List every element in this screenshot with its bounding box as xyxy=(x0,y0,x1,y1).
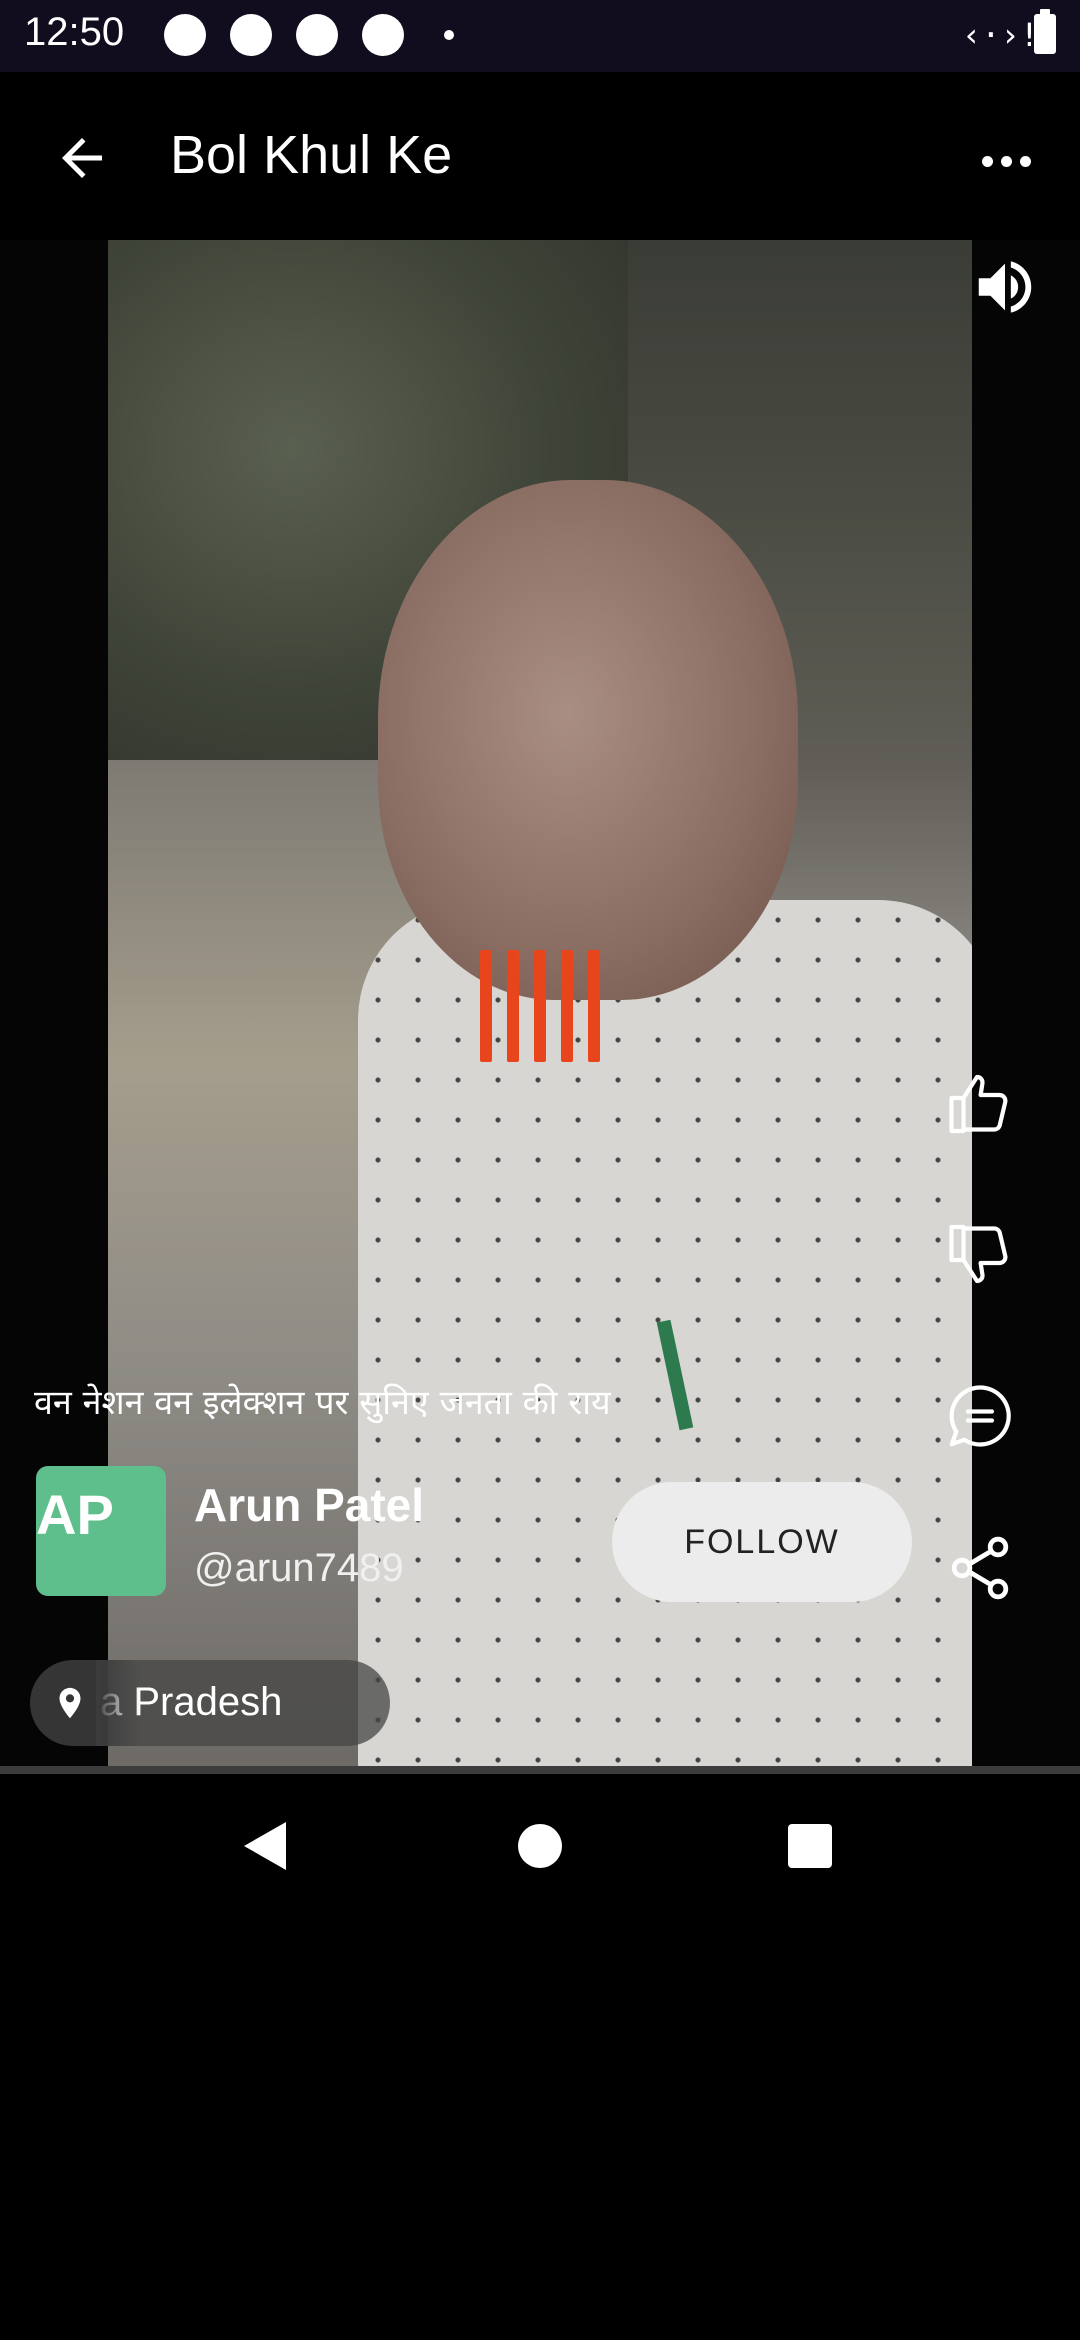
arrow-back-icon[interactable] xyxy=(52,128,112,188)
video-player[interactable]: वन नेशन वन इलेक्शन पर सुनिए जनता की राय … xyxy=(0,240,1080,1768)
avatar[interactable]: AP xyxy=(36,1466,166,1596)
network-icon: ‹·›! xyxy=(962,16,1040,54)
notification-icon xyxy=(296,14,338,56)
loading-indicator xyxy=(480,950,602,1062)
notification-icon xyxy=(362,14,404,56)
notification-icon xyxy=(164,14,206,56)
nav-back-icon[interactable] xyxy=(244,1822,286,1870)
avatar-initials: AP xyxy=(36,1483,114,1546)
battery-icon xyxy=(1034,9,1056,54)
location-chip[interactable]: a Pradesh xyxy=(30,1660,390,1746)
user-name[interactable]: Arun Patel xyxy=(194,1478,424,1532)
video-person-head xyxy=(378,480,798,1000)
video-progress-bar[interactable] xyxy=(0,1766,1080,1774)
post-caption: वन नेशन वन इलेक्शन पर सुनिए जनता की राय xyxy=(34,1383,611,1423)
follow-button[interactable]: FOLLOW xyxy=(612,1482,912,1602)
marquee-fade xyxy=(96,1660,140,1746)
volume-icon[interactable] xyxy=(970,252,1040,322)
notification-icon xyxy=(230,14,272,56)
status-bar: 12:50 ‹·›! xyxy=(0,0,1080,72)
user-handle[interactable]: @arun7489 xyxy=(194,1546,404,1591)
thumbs-up-icon[interactable] xyxy=(944,1068,1016,1140)
system-nav-bar xyxy=(0,1774,1080,1924)
status-time: 12:50 xyxy=(24,10,125,54)
more-notifications-icon xyxy=(444,30,454,40)
app-bar: Bol Khul Ke xyxy=(0,72,1080,240)
comment-icon[interactable] xyxy=(944,1380,1016,1452)
nav-recents-icon[interactable] xyxy=(788,1824,832,1868)
location-pin-icon xyxy=(59,1687,81,1719)
more-horizontal-icon[interactable] xyxy=(982,152,1042,168)
share-icon[interactable] xyxy=(944,1532,1016,1604)
thumbs-down-icon[interactable] xyxy=(944,1218,1016,1290)
page-title: Bol Khul Ke xyxy=(170,125,453,185)
nav-home-icon[interactable] xyxy=(518,1824,562,1868)
